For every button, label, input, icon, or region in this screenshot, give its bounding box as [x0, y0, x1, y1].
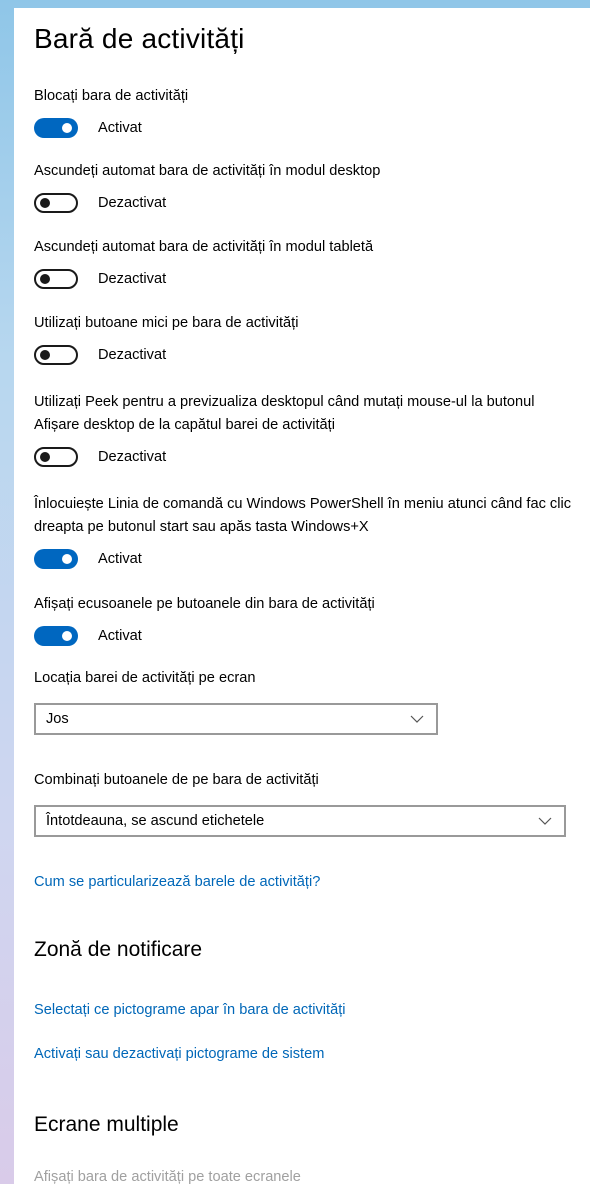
combine-dropdown[interactable]: Întotdeauna, se ascund etichetele: [34, 805, 566, 837]
toggle-state-label: Dezactivat: [98, 195, 167, 211]
setting-label: Afișați ecusoanele pe butoanele din bara…: [34, 596, 375, 612]
multiple-displays-title: Ecrane multiple: [34, 1113, 179, 1136]
customize-taskbar-help-link[interactable]: Cum se particularizează barele de activi…: [34, 874, 320, 890]
toggle-knob: [62, 554, 72, 564]
toggle-row: Dezactivat: [34, 344, 574, 366]
chevron-down-icon: [410, 715, 424, 723]
location-dropdown[interactable]: Jos: [34, 703, 438, 735]
chevron-down-icon: [538, 817, 552, 825]
toggle-knob: [40, 350, 50, 360]
autohide-tablet-toggle[interactable]: [34, 269, 78, 289]
location-label: Locația barei de activități pe ecran: [34, 670, 256, 686]
toggle-knob: [40, 274, 50, 284]
system-icons-link[interactable]: Activați sau dezactivați pictograme de s…: [34, 1046, 324, 1062]
small-buttons-toggle[interactable]: [34, 345, 78, 365]
toggle-row: Dezactivat: [34, 446, 574, 468]
toggle-knob: [40, 452, 50, 462]
badges-toggle[interactable]: [34, 626, 78, 646]
toggle-row: Activat: [34, 625, 574, 647]
peek-toggle[interactable]: [34, 447, 78, 467]
toggle-state-label: Activat: [98, 120, 142, 136]
toggle-row: Activat: [34, 117, 574, 139]
toggle-row: Activat: [34, 548, 574, 570]
toggle-state-label: Dezactivat: [98, 347, 167, 363]
setting-badges: Afișați ecusoanele pe butoanele din bara…: [34, 593, 574, 647]
toggle-row: Dezactivat: [34, 268, 574, 290]
combine-label: Combinați butoanele de pe bara de activi…: [34, 772, 319, 788]
select-icons-link[interactable]: Selectați ce pictograme apar în bara de …: [34, 1002, 346, 1018]
setting-powershell: Înlocuiește Linia de comandă cu Windows …: [34, 493, 574, 570]
toggle-state-label: Activat: [98, 551, 142, 567]
toggle-knob: [40, 198, 50, 208]
toggle-row: Dezactivat: [34, 192, 574, 214]
powershell-toggle[interactable]: [34, 549, 78, 569]
notification-area-title: Zonă de notificare: [34, 938, 203, 961]
toggle-state-label: Dezactivat: [98, 271, 167, 287]
setting-autohide-desktop: Ascundeți automat bara de activități în …: [34, 160, 574, 214]
location-dropdown-value: Jos: [46, 711, 69, 727]
lock-taskbar-toggle[interactable]: [34, 118, 78, 138]
setting-small-buttons: Utilizați butoane mici pe bara de activi…: [34, 312, 574, 366]
setting-label: Ascundeți automat bara de activități în …: [34, 163, 381, 179]
settings-panel: Bară de activități Blocați bara de activ…: [14, 8, 590, 1184]
setting-label: Blocați bara de activități: [34, 88, 189, 104]
setting-label: Înlocuiește Linia de comandă cu Windows …: [34, 496, 572, 535]
setting-label: Utilizați butoane mici pe bara de activi…: [34, 315, 299, 331]
setting-lock-taskbar: Blocați bara de activități Activat: [34, 85, 574, 139]
combine-dropdown-value: Întotdeauna, se ascund etichetele: [46, 813, 265, 829]
toggle-knob: [62, 631, 72, 641]
toggle-state-label: Activat: [98, 628, 142, 644]
toggle-knob: [62, 123, 72, 133]
setting-label: Ascundeți automat bara de activități în …: [34, 239, 374, 255]
page-title: Bară de activități: [34, 23, 245, 54]
setting-autohide-tablet: Ascundeți automat bara de activități în …: [34, 236, 574, 290]
setting-peek: Utilizați Peek pentru a previzualiza des…: [34, 391, 574, 468]
toggle-state-label: Dezactivat: [98, 449, 167, 465]
show-on-all-displays-label: Afișați bara de activități pe toate ecra…: [34, 1169, 301, 1184]
autohide-desktop-toggle[interactable]: [34, 193, 78, 213]
setting-label: Utilizați Peek pentru a previzualiza des…: [34, 394, 535, 433]
